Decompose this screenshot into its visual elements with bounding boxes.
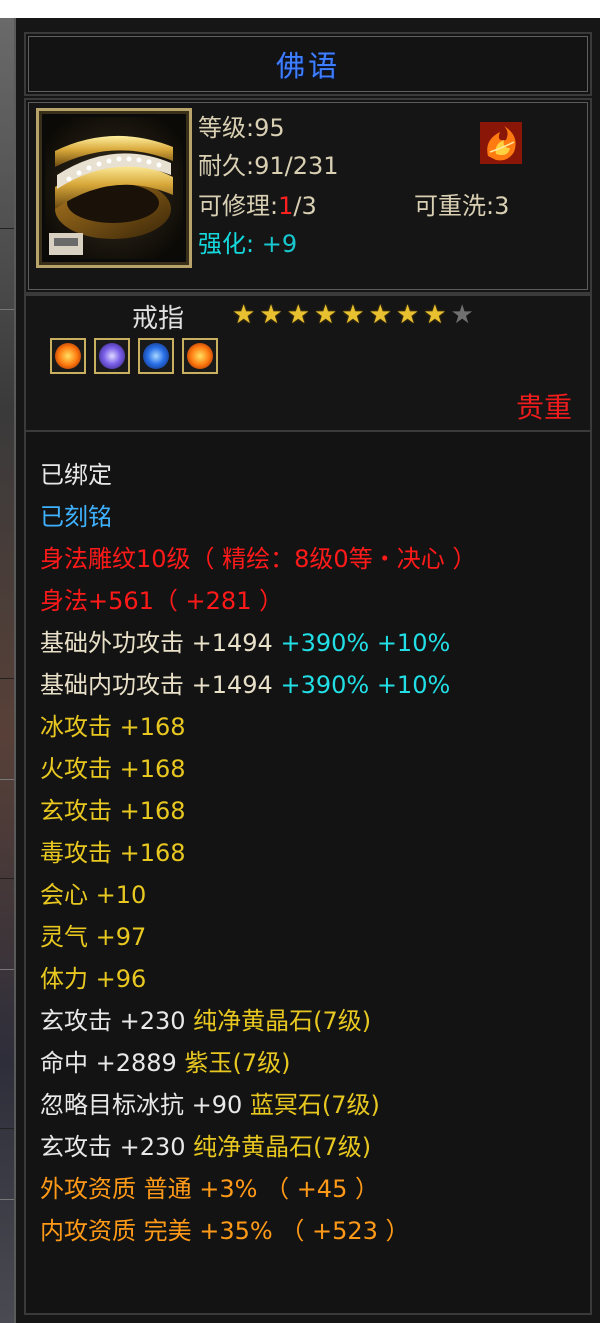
star-filled-icon: ★ — [423, 300, 447, 330]
int-quality-line: 内攻资质 完美 +35% （ +523 ） — [40, 1217, 410, 1245]
ice-attack-line: 冰攻击 +168 — [40, 713, 186, 741]
bound-status: 已绑定 — [40, 461, 112, 489]
int-attack-line: 基础内功攻击 +1494 +390% +10% — [40, 671, 451, 699]
engraved-status: 已刻铭 — [40, 503, 112, 531]
fire-gem-icon[interactable] — [182, 338, 218, 374]
tooltip-title-bar: 佛语 — [24, 32, 592, 96]
ext-attack-line: 基础外功攻击 +1494 +390% +10% — [40, 629, 451, 657]
poison-attack-line: 毒攻击 +168 — [40, 839, 186, 867]
item-header: 等级:95 耐久:91/231 可修理:1/3 可重洗:3 强化: +9 — [24, 98, 592, 294]
item-repair: 可修理:1/3 — [198, 192, 317, 220]
purple-gem-icon[interactable] — [94, 338, 130, 374]
agility-line: 身法+561（ +281 ） — [40, 587, 284, 615]
item-type: 戒指 — [132, 304, 185, 334]
rarity-label: 贵重 — [515, 391, 572, 424]
gem-bonus-line: 命中 +2889 紫玉(7级) — [40, 1049, 291, 1077]
gem-bonus-line: 玄攻击 +230 纯净黄晶石(7级) — [40, 1007, 372, 1035]
crit-line: 会心 +10 — [40, 881, 147, 909]
item-rewash: 可重洗:3 — [414, 192, 510, 220]
item-durability: 耐久:91/231 — [198, 152, 339, 180]
item-summary: 戒指 ★ ★ ★ ★ ★ ★ ★ ★ ★ 贵重 — [24, 294, 592, 442]
fire-attack-line: 火攻击 +168 — [40, 755, 186, 783]
gem-bonus-line: 忽略目标冰抗 +90 蓝冥石(7级) — [40, 1091, 380, 1119]
gold-diamond-ring-icon — [45, 117, 183, 259]
star-filled-icon: ★ — [341, 300, 365, 330]
star-filled-icon: ★ — [313, 300, 338, 330]
xuan-attack-line: 玄攻击 +168 — [40, 797, 186, 825]
star-filled-icon: ★ — [368, 300, 392, 330]
stamina-line: 体力 +96 — [40, 965, 147, 993]
ext-quality-line: 外攻资质 普通 +3% （ +45 ） — [40, 1175, 379, 1203]
item-tooltip-panel: 佛语 等级:95 耐久:91/231 可修理:1/3 可重洗:3 强化: +9 … — [14, 18, 600, 1323]
attribute-list: 已绑定 已刻铭 身法雕纹10级（ 精绘：8级0等・决心 ） 身法+561（ +2… — [24, 430, 592, 1315]
fire-gem-icon[interactable] — [50, 338, 86, 374]
star-filled-icon: ★ — [395, 300, 420, 330]
star-filled-icon: ★ — [259, 300, 283, 330]
item-icon-slot[interactable] — [36, 108, 192, 268]
blue-gem-icon[interactable] — [138, 338, 174, 374]
spirit-line: 灵气 +97 — [40, 923, 147, 951]
item-enhance: 强化: +9 — [198, 230, 298, 258]
carving-line: 身法雕纹10级（ 精绘：8级0等・决心 ） — [40, 545, 477, 573]
gem-bonus-line: 玄攻击 +230 纯净黄晶石(7级) — [40, 1133, 372, 1161]
star-empty-icon: ★ — [450, 300, 474, 330]
star-filled-icon: ★ — [232, 300, 256, 330]
socketed-gems — [50, 338, 218, 374]
item-title: 佛语 — [275, 49, 340, 83]
star-rating: ★ ★ ★ ★ ★ ★ ★ ★ ★ — [232, 302, 474, 328]
background-window-edge — [0, 18, 14, 1323]
item-level: 等级:95 — [198, 114, 285, 142]
flame-icon — [480, 122, 522, 164]
star-filled-icon: ★ — [286, 300, 310, 330]
